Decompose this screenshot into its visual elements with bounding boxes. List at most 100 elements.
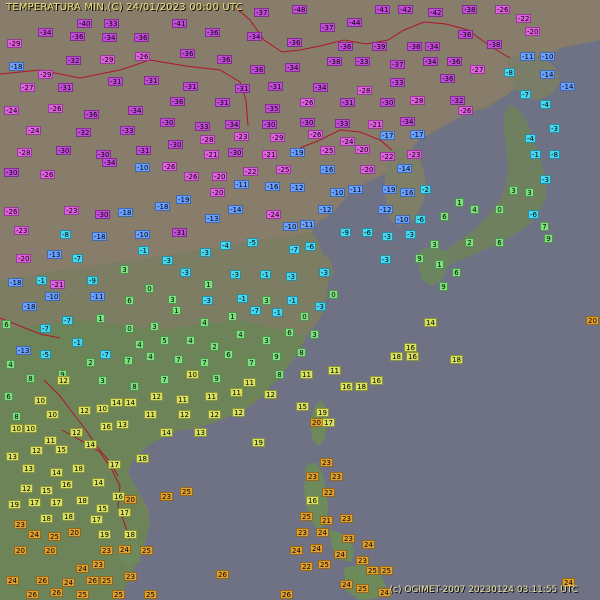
station-temperature-label: 14 [110, 398, 123, 407]
station-temperature-label: -1 [237, 294, 248, 303]
station-temperature-label: 12 [30, 446, 43, 455]
station-temperature-label: -24 [26, 126, 42, 135]
station-temperature-label: 24 [6, 576, 19, 585]
station-temperature-label: -33 [355, 57, 371, 66]
station-temperature-label: -27 [470, 65, 486, 74]
station-temperature-label: 7 [174, 355, 183, 364]
station-temperature-label: 20 [586, 316, 599, 325]
station-temperature-label: -18 [22, 302, 38, 311]
station-temperature-label: 4 [135, 340, 144, 349]
station-temperature-label: 1 [228, 312, 237, 321]
station-temperature-label: -23 [14, 226, 30, 235]
station-temperature-label: -1 [287, 296, 298, 305]
map-title: TEMPERATURA MIN.(C) 24/01/2023 00:00 UTC [6, 2, 243, 13]
station-temperature-label: 7 [200, 358, 209, 367]
station-temperature-label: -30 [300, 118, 316, 127]
station-temperature-label: 3 [525, 188, 534, 197]
station-temperature-label: 6 [125, 296, 134, 305]
station-temperature-label: 12 [20, 484, 33, 493]
station-temperature-label: 17 [50, 498, 63, 507]
temperature-map: TEMPERATURA MIN.(C) 24/01/2023 00:00 UTC… [0, 0, 600, 600]
station-temperature-label: 24 [28, 530, 41, 539]
station-temperature-label: 8 [12, 412, 21, 421]
station-temperature-label: 26 [26, 590, 39, 599]
station-temperature-label: 12 [208, 410, 221, 419]
station-temperature-label: 14 [160, 428, 173, 437]
station-temperature-label: 1 [96, 314, 105, 323]
station-temperature-label: 8 [26, 374, 35, 383]
station-temperature-label: -3 [202, 296, 213, 305]
station-temperature-label: -6 [528, 210, 539, 219]
station-temperature-label: 12 [78, 406, 91, 415]
station-temperature-label: 26 [216, 570, 229, 579]
station-temperature-label: 23 [92, 560, 105, 569]
station-temperature-label: 26 [86, 576, 99, 585]
station-temperature-label: -14 [228, 205, 244, 214]
station-temperature-label: 12 [57, 376, 70, 385]
station-temperature-label: -7 [250, 306, 261, 315]
station-temperature-label: 12 [178, 410, 191, 419]
station-temperature-label: -12 [290, 183, 306, 192]
station-temperature-label: -10 [135, 163, 151, 172]
station-temperature-label: -21 [262, 150, 278, 159]
station-temperature-label: -29 [100, 55, 116, 64]
station-temperature-label: -34 [128, 106, 144, 115]
station-temperature-label: -36 [458, 30, 474, 39]
station-temperature-label: 21 [320, 516, 333, 525]
station-temperature-label: -36 [84, 110, 100, 119]
station-temperature-label: -9 [87, 276, 98, 285]
station-temperature-label: -36 [180, 49, 196, 58]
station-temperature-label: -25 [320, 146, 336, 155]
station-temperature-label: 18 [136, 454, 149, 463]
station-temperature-label: 3 [310, 330, 319, 339]
station-temperature-label: 15 [96, 504, 109, 513]
station-temperature-label: 9 [415, 254, 424, 263]
station-temperature-label: -11 [234, 180, 250, 189]
station-temperature-label: -32 [66, 56, 82, 65]
station-temperature-label: -8 [549, 150, 560, 159]
station-temperature-label: -17 [410, 130, 426, 139]
station-temperature-label: 11 [300, 370, 313, 379]
station-temperature-label: 24 [76, 564, 89, 573]
station-temperature-label: 4 [236, 330, 245, 339]
station-temperature-label: 7 [160, 375, 169, 384]
station-temperature-label: 19 [8, 500, 21, 509]
station-temperature-label: 11 [144, 410, 157, 419]
station-temperature-label: -42 [428, 8, 444, 17]
station-temperature-label: -33 [104, 19, 120, 28]
station-temperature-label: -21 [204, 150, 220, 159]
station-temperature-label: -14 [540, 70, 556, 79]
station-temperature-label: -48 [292, 5, 308, 14]
station-temperature-label: 10 [24, 424, 37, 433]
station-temperature-label: 4 [470, 205, 479, 214]
station-temperature-label: -34 [423, 57, 439, 66]
station-temperature-label: -30 [380, 98, 396, 107]
station-temperature-label: 24 [362, 540, 375, 549]
station-temperature-label: 16 [370, 376, 383, 385]
station-temperature-label: -34 [285, 63, 301, 72]
station-temperature-label: 20 [14, 546, 27, 555]
station-temperature-label: 1 [435, 260, 444, 269]
station-temperature-label: 12 [232, 408, 245, 417]
station-temperature-label: 15 [296, 402, 309, 411]
station-temperature-label: -3 [230, 270, 241, 279]
station-temperature-label: 23 [160, 492, 173, 501]
station-temperature-label: -19 [290, 148, 306, 157]
station-temperature-label: 16 [100, 422, 113, 431]
station-temperature-label: 0 [329, 290, 338, 299]
station-temperature-label: -33 [120, 126, 136, 135]
station-temperature-label: -10 [283, 222, 299, 231]
station-temperature-label: -36 [447, 57, 463, 66]
station-temperature-label: 4 [6, 360, 15, 369]
station-temperature-label: -33 [335, 119, 351, 128]
station-temperature-label: -6 [415, 215, 426, 224]
station-temperature-label: -41 [375, 5, 391, 14]
station-temperature-label: 18 [72, 464, 85, 473]
station-temperature-label: -16 [320, 165, 336, 174]
station-temperature-label: 17 [28, 498, 41, 507]
station-temperature-label: 18 [76, 496, 89, 505]
station-temperature-label: -34 [313, 83, 329, 92]
station-temperature-label: -3 [200, 248, 211, 257]
station-temperature-label: 6 [495, 238, 504, 247]
station-temperature-label: 17 [90, 515, 103, 524]
